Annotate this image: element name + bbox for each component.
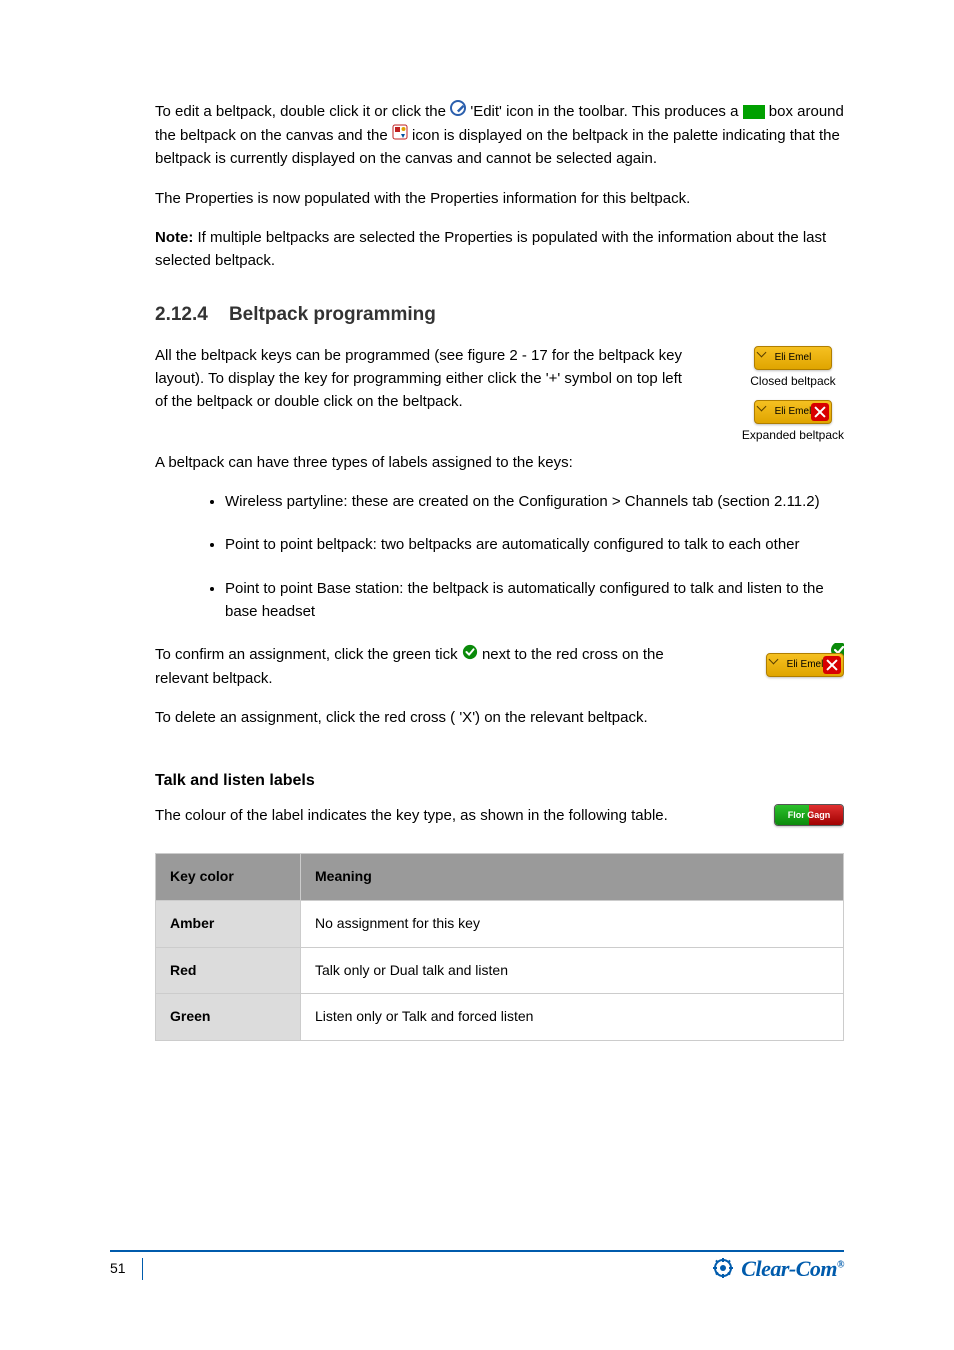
figure-closed-beltpack: Eli Emel Closed beltpack Eli Emel Expand… bbox=[742, 344, 844, 445]
cell-meaning: Talk only or Dual talk and listen bbox=[301, 947, 844, 994]
talk-listen-key: Flor Gagn bbox=[774, 804, 844, 826]
table-header-keycolor: Key color bbox=[156, 854, 301, 901]
paragraph-label-types: A beltpack can have three types of label… bbox=[155, 451, 844, 474]
subheading-talk-listen: Talk and listen labels bbox=[155, 769, 844, 794]
expand-notch-icon bbox=[769, 655, 779, 665]
table-row: Amber No assignment for this key bbox=[156, 901, 844, 948]
label-types-list: Wireless partyline: these are created on… bbox=[225, 490, 844, 623]
list-item: Point to point Base station: the beltpac… bbox=[225, 577, 844, 624]
role-icon bbox=[392, 124, 408, 147]
beltpack-label: Eli Emel bbox=[775, 352, 812, 363]
expand-notch-icon bbox=[757, 402, 767, 412]
paragraph-edit-beltpack: To edit a beltpack, double click it or c… bbox=[155, 100, 844, 171]
cell-keycolor: Red bbox=[156, 947, 301, 994]
figure-talk-listen-key: Flor Gagn bbox=[774, 804, 844, 833]
text-fragment: ( 'X') bbox=[450, 709, 484, 726]
beltpack-label: Eli Emel bbox=[775, 406, 812, 417]
paragraph-properties-populated: The Properties is now populated with the… bbox=[155, 187, 844, 210]
table-header-row: Key color Meaning bbox=[156, 854, 844, 901]
figure-caption-expanded: Expanded beltpack bbox=[742, 426, 844, 445]
edit-icon bbox=[450, 100, 466, 123]
paragraph-programming-intro: All the beltpack keys can be programmed … bbox=[155, 344, 684, 414]
text-fragment: To edit a beltpack, double click it or c… bbox=[155, 103, 450, 120]
cell-meaning: No assignment for this key bbox=[301, 901, 844, 948]
expand-notch-icon bbox=[757, 347, 767, 357]
close-icon bbox=[823, 656, 841, 674]
gear-icon bbox=[713, 1258, 733, 1284]
paragraph-confirm-assignment: To confirm an assignment, click the gree… bbox=[155, 643, 694, 690]
brand-name: Clear-Com bbox=[741, 1256, 837, 1281]
beltpack-with-confirm-delete: Eli Emel bbox=[766, 653, 844, 677]
brand-logo: Clear-Com® bbox=[713, 1256, 844, 1284]
beltpack-closed-button: Eli Emel bbox=[754, 346, 832, 370]
note-label: Note: bbox=[155, 229, 193, 246]
beltpack-label: Eli Emel bbox=[787, 659, 824, 670]
note-text: If multiple beltpacks are selected the P… bbox=[155, 229, 826, 269]
table-header-meaning: Meaning bbox=[301, 854, 844, 901]
text-fragment: To confirm an assignment, click the gree… bbox=[155, 646, 462, 663]
table-row: Red Talk only or Dual talk and listen bbox=[156, 947, 844, 994]
section-heading-beltpack-programming: 2.12.4 Beltpack programming bbox=[155, 300, 844, 329]
note-paragraph: Note: If multiple beltpacks are selected… bbox=[155, 226, 844, 273]
beltpack-label: Flor Gagn bbox=[775, 805, 843, 825]
green-highlight-swatch bbox=[743, 105, 765, 119]
section-number: 2.12.4 bbox=[155, 304, 208, 325]
text-fragment: 'Edit' icon in the toolbar. This produce… bbox=[470, 103, 742, 120]
list-item: Wireless partyline: these are created on… bbox=[225, 490, 844, 513]
list-item: Point to point beltpack: two beltpacks a… bbox=[225, 533, 844, 556]
cell-keycolor: Amber bbox=[156, 901, 301, 948]
footer-divider bbox=[142, 1258, 143, 1280]
page-footer: 51 Clear-Com® bbox=[110, 1250, 844, 1258]
page-number: 51 bbox=[110, 1260, 126, 1276]
check-icon bbox=[462, 644, 478, 667]
paragraph-delete-assignment: To delete an assignment, click the red c… bbox=[155, 706, 694, 729]
paragraph-key-color: The colour of the label indicates the ke… bbox=[155, 804, 714, 827]
section-title: Beltpack programming bbox=[229, 304, 436, 325]
figure-confirm-delete: Eli Emel bbox=[766, 643, 844, 677]
cell-meaning: Listen only or Talk and forced listen bbox=[301, 994, 844, 1041]
table-row: Green Listen only or Talk and forced lis… bbox=[156, 994, 844, 1041]
key-color-table: Key color Meaning Amber No assignment fo… bbox=[155, 853, 844, 1041]
text-fragment: on the relevant beltpack. bbox=[484, 709, 647, 726]
beltpack-expanded-button: Eli Emel bbox=[754, 400, 832, 424]
trademark-symbol: ® bbox=[837, 1260, 844, 1271]
page-body: To edit a beltpack, double click it or c… bbox=[155, 100, 844, 1041]
close-icon bbox=[811, 403, 829, 421]
text-fragment: To delete an assignment, click the red c… bbox=[155, 709, 446, 726]
cell-keycolor: Green bbox=[156, 994, 301, 1041]
figure-caption-closed: Closed beltpack bbox=[742, 372, 844, 391]
